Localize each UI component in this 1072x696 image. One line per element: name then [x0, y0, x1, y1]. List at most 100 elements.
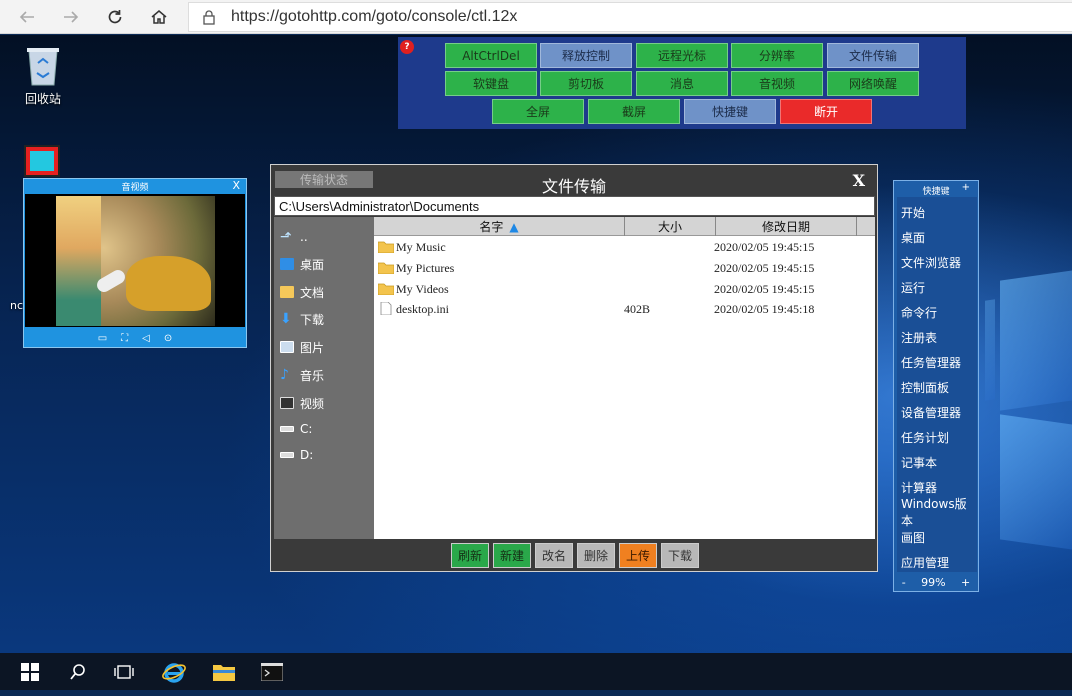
upload-button[interactable]: 上传 [619, 543, 657, 568]
windows-logo-pane [985, 299, 995, 401]
video-dog [126, 256, 211, 311]
folder-icon [213, 664, 235, 681]
file-list: 名字 ▲ 大小 修改日期 My Music 2020/02/05 19:45:1… [374, 217, 875, 539]
soft-keyboard-button[interactable]: 软键盘 [445, 71, 537, 96]
release-control-button[interactable]: 释放控制 [540, 43, 632, 68]
folder-icon [378, 283, 394, 295]
file-size: 402B [624, 302, 651, 316]
shortcut-desktop[interactable]: 桌面 [901, 226, 925, 248]
task-view-button[interactable] [100, 653, 148, 690]
drive-icon [280, 426, 294, 432]
shortcut-run[interactable]: 运行 [901, 276, 925, 298]
sidebar-label: 视频 [300, 396, 325, 411]
zoom-out-button[interactable]: - [902, 576, 906, 589]
app-shortcut-icon[interactable] [24, 145, 60, 177]
terminal-icon [261, 662, 283, 681]
task-view-icon [114, 664, 134, 679]
sidebar-item-desktop[interactable]: 桌面 [280, 254, 324, 274]
sidebar-item-videos[interactable]: 视频 [280, 393, 324, 413]
shortcut-task-scheduler[interactable]: 任务计划 [901, 426, 949, 448]
shortcut-regedit[interactable]: 注册表 [901, 326, 937, 348]
file-row[interactable]: My Pictures 2020/02/05 19:45:15 [374, 258, 875, 278]
sidebar-label: 桌面 [300, 257, 325, 272]
path-input[interactable]: C:\Users\Administrator\Documents [274, 196, 875, 216]
sidebar-item-parent[interactable]: ⬏ .. [280, 227, 308, 247]
sidebar-label: C: [300, 422, 313, 436]
zoom-in-button[interactable]: + [961, 576, 970, 589]
shortcut-keys-button[interactable]: 快捷键 [684, 99, 776, 124]
ie-taskbar-button[interactable] [150, 653, 198, 690]
sidebar-item-drive-d[interactable]: D: [280, 445, 313, 465]
help-icon[interactable]: ? [400, 40, 414, 54]
record-icon[interactable]: ⊙ [164, 333, 172, 344]
shortcut-cmd[interactable]: 命令行 [901, 301, 937, 323]
new-folder-button[interactable]: 新建 [493, 543, 531, 568]
file-row[interactable]: desktop.ini 402B 2020/02/05 19:45:18 [374, 299, 875, 319]
cmd-taskbar-button[interactable] [248, 653, 296, 690]
shortcut-device-manager[interactable]: 设备管理器 [901, 401, 961, 423]
start-button[interactable] [6, 653, 54, 690]
home-button[interactable] [146, 4, 172, 30]
shortcut-file-explorer[interactable]: 文件浏览器 [901, 251, 961, 273]
screenshot-button[interactable]: 截屏 [588, 99, 680, 124]
shortcut-task-manager[interactable]: 任务管理器 [901, 351, 961, 373]
forward-button[interactable] [58, 4, 84, 30]
sidebar-label: 下载 [300, 312, 325, 327]
file-explorer-taskbar-button[interactable] [200, 653, 248, 690]
remote-cursor-button[interactable]: 远程光标 [636, 43, 728, 68]
remote-control-panel: ? AltCtrlDel 释放控制 远程光标 分辨率 文件传输 软键盘 剪切板 … [398, 37, 966, 129]
altctrldel-button[interactable]: AltCtrlDel [445, 43, 537, 68]
sidebar-item-documents[interactable]: 文档 [280, 282, 324, 302]
audio-video-button[interactable]: 音视频 [731, 71, 823, 96]
app-shortcut-inner [30, 151, 54, 171]
address-bar[interactable]: https://gotohttp.com/goto/console/ctl.12… [188, 2, 1072, 32]
file-row[interactable]: My Videos 2020/02/05 19:45:15 [374, 279, 875, 299]
shortcut-notepad[interactable]: 记事本 [901, 451, 937, 473]
column-name-header[interactable]: 名字 ▲ [374, 217, 625, 236]
sidebar-item-downloads[interactable]: ⬇ 下载 [280, 309, 324, 329]
sidebar-item-pictures[interactable]: 图片 [280, 337, 324, 357]
message-button[interactable]: 消息 [636, 71, 728, 96]
file-name: My Videos [396, 282, 449, 296]
rename-button[interactable]: 改名 [535, 543, 573, 568]
file-date: 2020/02/05 19:45:18 [714, 302, 815, 316]
shortcut-control-panel[interactable]: 控制面板 [901, 376, 949, 398]
file-row[interactable]: My Music 2020/02/05 19:45:15 [374, 237, 875, 257]
delete-button[interactable]: 删除 [577, 543, 615, 568]
sidebar-item-music[interactable]: ♪ 音乐 [280, 365, 324, 385]
pip-icon[interactable]: ▭ [98, 333, 107, 344]
refresh-button[interactable]: 刷新 [451, 543, 489, 568]
speaker-icon[interactable]: ◁ [142, 333, 150, 344]
disconnect-button[interactable]: 断开 [780, 99, 872, 124]
column-size-header[interactable]: 大小 [625, 217, 716, 236]
clipboard-button[interactable]: 剪切板 [540, 71, 632, 96]
shortcut-paint[interactable]: 画图 [901, 526, 925, 548]
dialog-close-button[interactable]: X [853, 171, 865, 190]
av-close-button[interactable]: X [232, 179, 240, 192]
partial-desktop-label: nc [10, 299, 24, 312]
remote-desktop[interactable]: 回收站 nc ? AltCtrlDel 释放控制 远程光标 分辨率 文件传输 软… [0, 35, 1072, 690]
shortcut-start[interactable]: 开始 [901, 201, 925, 223]
file-transfer-button[interactable]: 文件传输 [827, 43, 919, 68]
shortcut-windows-version[interactable]: Windows版本 [901, 497, 977, 528]
column-modified-header[interactable]: 修改日期 [716, 217, 857, 236]
file-name: My Music [396, 240, 446, 254]
folder-icon [378, 241, 394, 253]
shortcut-add-button[interactable]: + [962, 182, 970, 193]
search-button[interactable] [54, 653, 102, 690]
sort-asc-icon: ▲ [509, 219, 519, 234]
resolution-button[interactable]: 分辨率 [731, 43, 823, 68]
shortcut-app-management[interactable]: 应用管理 [901, 551, 949, 573]
dialog-action-bar: 刷新 新建 改名 删除 上传 下载 [271, 539, 877, 571]
shortcut-panel: 快捷键 + 开始 桌面 文件浏览器 运行 命令行 注册表 任务管理器 控制面板 … [893, 180, 979, 592]
back-button[interactable] [14, 4, 40, 30]
av-video-area [25, 194, 245, 327]
fullscreen-button[interactable]: 全屏 [492, 99, 584, 124]
wake-on-lan-button[interactable]: 网络唤醒 [827, 71, 919, 96]
fullscreen-icon[interactable]: ⛶ [121, 333, 128, 344]
download-button[interactable]: 下载 [661, 543, 699, 568]
sidebar-item-drive-c[interactable]: C: [280, 419, 312, 439]
av-window-title: 音视频 [121, 183, 149, 193]
reload-button[interactable] [102, 4, 128, 30]
recycle-bin-icon[interactable]: 回收站 [18, 43, 68, 107]
